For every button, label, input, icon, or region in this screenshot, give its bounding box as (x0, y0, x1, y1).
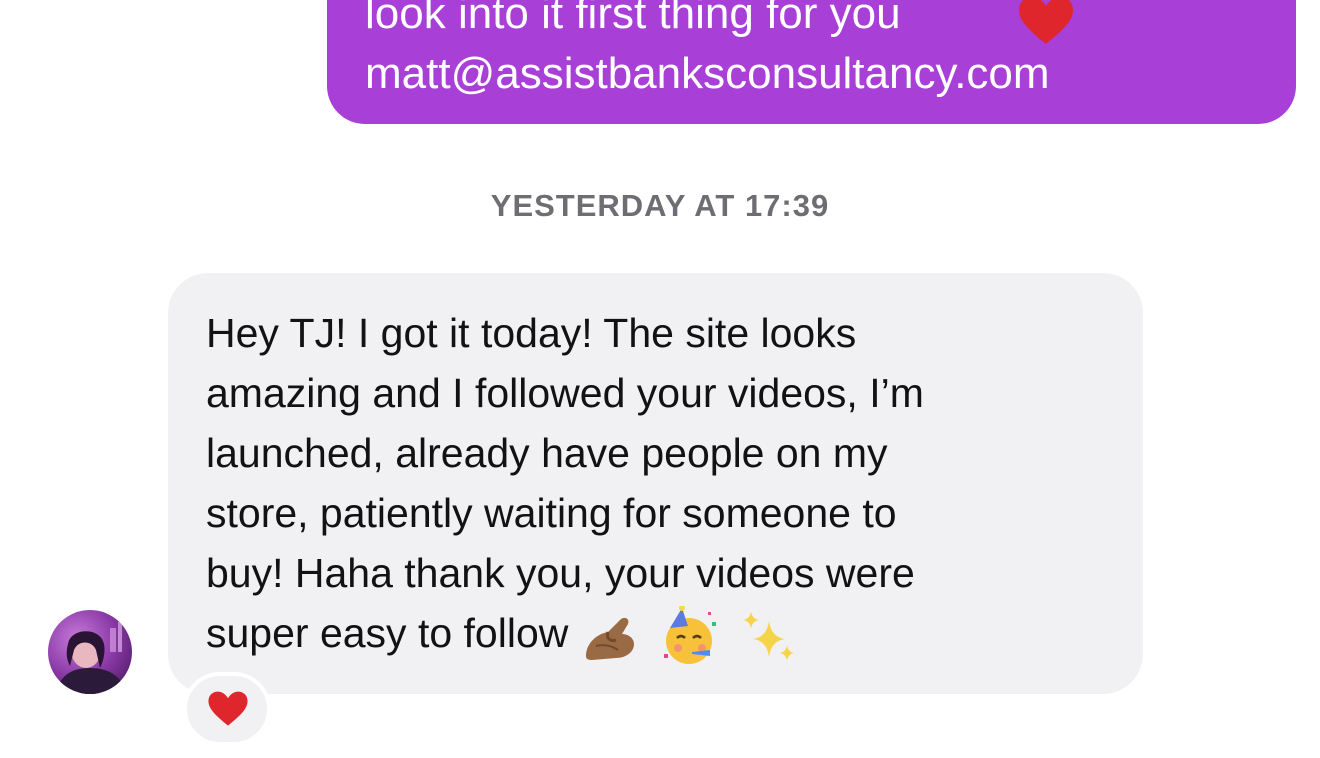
heart-icon (208, 691, 248, 726)
message-timestamp: YESTERDAY AT 17:39 (490, 188, 830, 223)
outgoing-message-email-link[interactable]: matt@assistbanksconsultancy.com (365, 44, 1260, 104)
outgoing-message-bubble[interactable]: look into it first thing for you matt@as… (327, 0, 1296, 124)
heart-icon (1019, 0, 1073, 44)
profile-photo-icon (48, 610, 132, 694)
incoming-message-line: launched, already have people on my (206, 430, 888, 476)
avatar[interactable] (48, 610, 132, 694)
emoji-row (582, 604, 807, 668)
message-reaction[interactable] (183, 672, 271, 746)
incoming-message-line: amazing and I followed your videos, I’m (206, 370, 924, 416)
sparkles-icon (743, 611, 795, 662)
outgoing-message-line: look into it first thing for you (365, 0, 901, 38)
incoming-message-line: buy! Haha thank you, your videos were (206, 550, 915, 596)
pinching-hand-icon (586, 618, 635, 661)
incoming-message-bubble[interactable]: Hey TJ! I got it today! The site looks a… (168, 273, 1143, 694)
incoming-message-line: super easy to follow (206, 610, 569, 656)
incoming-message-last-line: super easy to follow (206, 603, 1113, 668)
incoming-message-line: Hey TJ! I got it today! The site looks (206, 310, 857, 356)
party-face-icon (663, 606, 716, 665)
incoming-message-line: store, patiently waiting for someone to (206, 490, 897, 536)
